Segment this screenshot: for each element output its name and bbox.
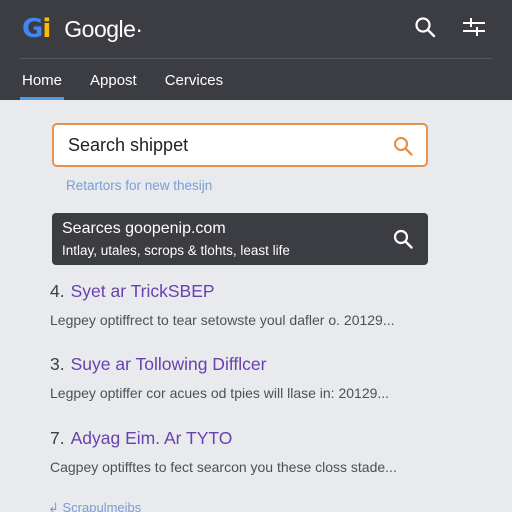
header-divider xyxy=(20,58,492,59)
list-item: 7. Adyag Eim. Ar TYTO Cagpey optifftes to… xyxy=(50,428,470,475)
related-searches-link[interactable]: Retartors for new thesijn xyxy=(66,178,212,193)
tab-appost[interactable]: Appost xyxy=(88,64,139,100)
result-snippet: Cagpey optifftes to fect searcon you the… xyxy=(50,459,397,475)
list-item: 4. Syet ar TrickSBEP Legpey optiffrect to… xyxy=(50,281,470,328)
result-title: Suye ar Tollowing Difflcer xyxy=(70,354,267,374)
result-snippet: Legpey optiffrect to tear setowste youl … xyxy=(50,312,395,328)
result-title: Adyag Eim. Ar TYTO xyxy=(70,428,233,448)
result-number: 7. xyxy=(50,428,65,448)
result-title-link[interactable]: 4. Syet ar TrickSBEP xyxy=(50,281,470,302)
search-icon[interactable] xyxy=(410,12,440,42)
suggestion-card[interactable]: Searces goopenip.com Intlay, utales, scr… xyxy=(52,213,428,265)
brand[interactable]: Gi Google· xyxy=(22,12,143,46)
search-input[interactable] xyxy=(68,134,368,156)
app-header: Gi Google· Home Appost Cervices xyxy=(0,0,512,100)
footer-link[interactable]: ↲ Scrapulmeibs xyxy=(48,500,141,512)
menu-icon[interactable] xyxy=(459,12,489,42)
logo: Gi xyxy=(22,14,51,44)
suggestion-subtitle: Intlay, utales, scrops & tlohts, least l… xyxy=(62,243,290,258)
result-title: Syet ar TrickSBEP xyxy=(70,281,215,301)
result-title-link[interactable]: 7. Adyag Eim. Ar TYTO xyxy=(50,428,470,449)
result-snippet: Legpey optiffer cor acues od tpies will … xyxy=(50,385,390,401)
search-box xyxy=(52,123,428,167)
result-title-link[interactable]: 3. Suye ar Tollowing Difflcer xyxy=(50,354,470,375)
list-item: 3. Suye ar Tollowing Difflcer Legpey opti… xyxy=(50,354,470,401)
search-icon[interactable] xyxy=(392,135,414,157)
nav-tabs: Home Appost Cervices xyxy=(20,64,249,100)
result-number: 4. xyxy=(50,281,65,301)
suggestion-title: Searces goopenip.com xyxy=(62,220,226,237)
result-number: 3. xyxy=(50,354,65,374)
search-icon[interactable] xyxy=(392,228,414,250)
tab-home[interactable]: Home xyxy=(20,64,65,100)
brand-name: Google· xyxy=(64,15,143,42)
tab-cervices[interactable]: Cervices xyxy=(163,64,225,100)
